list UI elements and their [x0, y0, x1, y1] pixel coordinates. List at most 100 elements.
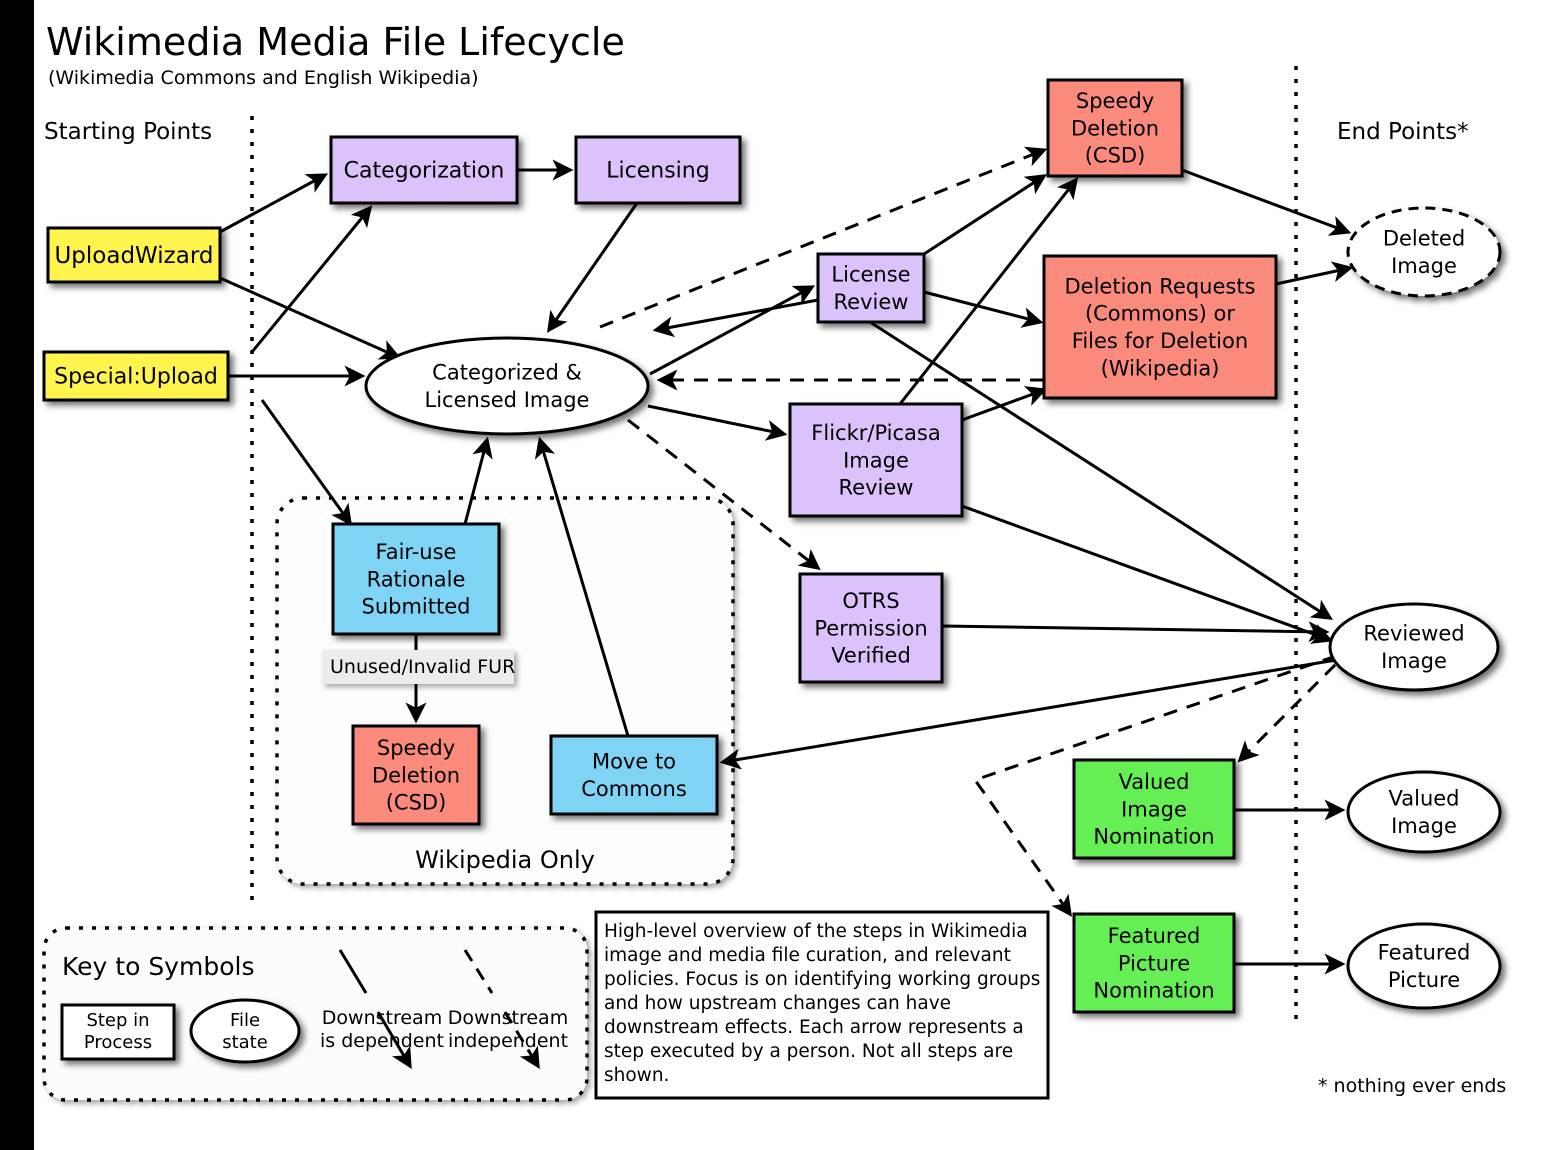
node-label-reviewedimage-line1: Reviewed — [1363, 622, 1464, 646]
node-layer: UploadWizard Special:Upload Categorization… — [42, 78, 1502, 1014]
node-catlicimage[interactable]: Categorized & Licensed Image — [364, 336, 650, 436]
lifecycle-diagram: Wikimedia Media File Lifecycle (Wikimedi… — [42, 20, 1506, 1102]
node-label-speedydel1-line1: Speedy — [1076, 89, 1154, 113]
node-label-speedydel2-line1: Speedy — [377, 736, 455, 760]
edge-specialupload-to-categorization — [250, 205, 373, 353]
node-licensing[interactable]: Licensing — [574, 135, 742, 205]
node-movecommons[interactable]: Move to Commons — [549, 734, 719, 816]
page-subtitle: (Wikimedia Commons and English Wikipedia… — [48, 67, 479, 89]
starting-points-label: Starting Points — [44, 119, 212, 145]
description-text: High-level overview of the steps in Wiki… — [604, 921, 1041, 1087]
legend-dashed-label-1: Downstream — [448, 1007, 568, 1029]
node-speedydel1[interactable]: Speedy Deletion (CSD) — [1046, 78, 1184, 178]
edge-deletionreq-to-deletedimage — [1275, 261, 1354, 286]
node-label-deletionreq-line2: (Commons) or — [1085, 302, 1235, 326]
edge-licensereview-to-deletionreq — [923, 290, 1044, 328]
node-ellipse — [1328, 602, 1500, 692]
edge-label-fur-text: Unused/Invalid FUR — [330, 656, 515, 678]
legend-state-label-1: File — [230, 1010, 260, 1031]
node-label-otrs-line1: OTRS — [842, 589, 899, 613]
diagram-canvas: Wikimedia Media File Lifecycle (Wikimedi… — [0, 0, 1544, 1150]
node-label-featurednom-line3: Nomination — [1093, 979, 1214, 1003]
node-valuednom[interactable]: Valued Image Nomination — [1072, 758, 1236, 860]
node-label-deletionreq-line4: (Wikipedia) — [1101, 356, 1220, 380]
description-panel: High-level overview of the steps in Wiki… — [594, 910, 1050, 1100]
page-title: Wikimedia Media File Lifecycle — [46, 20, 625, 64]
node-label-flickrpicasa-line3: Review — [839, 476, 914, 500]
node-deletedimage[interactable]: Deleted Image — [1346, 206, 1502, 298]
node-label-licensing-line1: Licensing — [606, 159, 709, 184]
edge-label-fur: Unused/Invalid FUR — [322, 650, 515, 684]
legend: Key to Symbols Step in Process File stat… — [42, 926, 589, 1102]
end-points-label: End Points* — [1337, 119, 1469, 145]
node-ellipse — [1346, 922, 1502, 1010]
edge-uploadwizard-to-catlicimage — [219, 276, 402, 360]
legend-title: Key to Symbols — [62, 952, 254, 981]
node-label-deletedimage-line2: Image — [1391, 254, 1457, 278]
node-flickrpicasa[interactable]: Flickr/Picasa Image Review — [788, 402, 964, 518]
wikipedia-only-label: Wikipedia Only — [415, 846, 595, 874]
node-label-speedydel2-line3: (CSD) — [386, 791, 447, 815]
node-label-movecommons-line1: Move to — [592, 750, 676, 774]
node-label-featuredpic-line2: Picture — [1388, 968, 1460, 992]
node-label-speedydel1-line3: (CSD) — [1085, 144, 1146, 168]
node-label-movecommons-line2: Commons — [581, 777, 687, 801]
node-valuedimage[interactable]: Valued Image — [1346, 770, 1502, 854]
node-otrs[interactable]: OTRS Permission Verified — [798, 572, 944, 684]
node-label-fairuse-line2: Rationale — [367, 567, 466, 591]
node-label-valuednom-line1: Valued — [1119, 770, 1190, 794]
edge-flickrpicasa-to-reviewedimage — [961, 504, 1334, 644]
node-label-flickrpicasa-line2: Image — [843, 448, 909, 472]
edge-flickrpicasa-to-deletionreq — [961, 386, 1048, 422]
legend-step-label-1: Step in — [86, 1010, 149, 1031]
node-ellipse — [1346, 206, 1502, 298]
node-label-otrs-line3: Verified — [831, 644, 911, 668]
node-licensereview[interactable]: License Review — [816, 252, 926, 324]
node-label-licensereview-line1: License — [831, 263, 910, 287]
node-featurednom[interactable]: Featured Picture Nomination — [1072, 912, 1236, 1014]
node-ellipse — [1346, 770, 1502, 854]
node-uploadwizard[interactable]: UploadWizard — [46, 226, 222, 284]
node-ellipse — [364, 336, 650, 436]
node-label-featuredpic-line1: Featured — [1378, 941, 1471, 965]
node-label-uploadwizard-line1: UploadWizard — [54, 243, 213, 269]
node-featuredpic[interactable]: Featured Picture — [1346, 922, 1502, 1010]
node-label-flickrpicasa-line1: Flickr/Picasa — [811, 421, 940, 445]
node-label-catlicimage-line1: Categorized & — [432, 361, 582, 385]
edge-catlicimage-to-licensereview — [649, 285, 816, 376]
node-fairuse[interactable]: Fair-use Rationale Submitted — [331, 522, 501, 636]
node-label-categorization-line1: Categorization — [344, 159, 505, 184]
node-label-reviewedimage-line2: Image — [1381, 649, 1447, 673]
node-reviewedimage[interactable]: Reviewed Image — [1328, 602, 1500, 692]
node-deletionreq[interactable]: Deletion Requests (Commons) or Files for D… — [1042, 254, 1278, 400]
node-label-catlicimage-line2: Licensed Image — [425, 388, 590, 412]
node-label-featurednom-line1: Featured — [1108, 924, 1201, 948]
node-label-specialupload-line1: Special:Upload — [54, 365, 218, 390]
node-label-valuedimage-line2: Image — [1391, 814, 1457, 838]
legend-step-label-2: Process — [84, 1032, 152, 1053]
node-label-licensereview-line2: Review — [834, 290, 909, 314]
node-label-otrs-line2: Permission — [814, 616, 927, 640]
edge-uploadwizard-to-categorization — [219, 173, 329, 234]
node-label-valuednom-line2: Image — [1121, 797, 1187, 821]
node-label-deletionreq-line1: Deletion Requests — [1065, 274, 1256, 298]
legend-dashed-label-2: independent — [448, 1030, 568, 1052]
node-label-deletedimage-line1: Deleted — [1383, 227, 1465, 251]
edge-licensereview-to-catlicimage — [652, 298, 819, 338]
node-label-fairuse-line3: Submitted — [362, 595, 471, 619]
node-specialupload[interactable]: Special:Upload — [42, 350, 230, 402]
edge-speedydel1-to-deletedimage — [1181, 168, 1352, 236]
node-speedydel2[interactable]: Speedy Deletion (CSD) — [351, 724, 481, 826]
footnote: * nothing ever ends — [1318, 1075, 1506, 1097]
node-box — [549, 734, 719, 816]
node-categorization[interactable]: Categorization — [329, 135, 519, 205]
edge-licensing-to-catlicimage — [547, 202, 639, 333]
legend-solid-label-2: is dependent — [320, 1030, 444, 1052]
node-label-valuedimage-line1: Valued — [1389, 787, 1460, 811]
edge-catlicimage-to-flickrpicasa — [647, 404, 788, 441]
node-label-fairuse-line1: Fair-use — [376, 540, 457, 564]
node-label-featurednom-line2: Picture — [1118, 951, 1190, 975]
legend-state-label-2: state — [222, 1032, 268, 1053]
node-label-speedydel2-line2: Deletion — [372, 763, 460, 787]
node-label-valuednom-line3: Nomination — [1093, 825, 1214, 849]
